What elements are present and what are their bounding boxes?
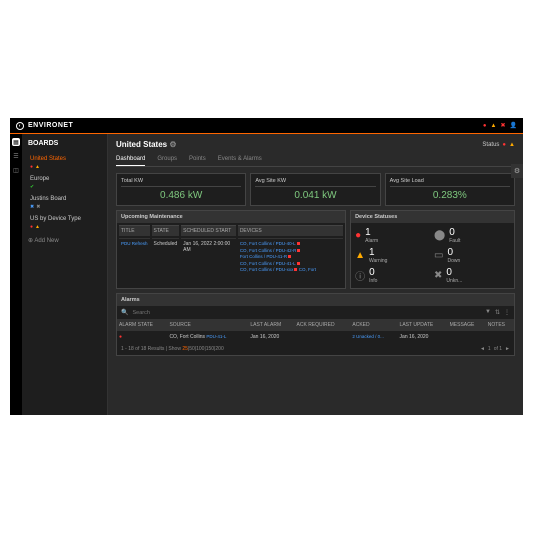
table-header-row: TITLE STATE SCHEDULED START DEVICES <box>119 225 343 236</box>
warning-icon: ▲ <box>35 164 40 170</box>
table-row[interactable]: ● CO, Fort Collins PDU-41-L Jan 16, 2020… <box>117 331 514 344</box>
tab-events[interactable]: Events & Alarms <box>218 153 262 166</box>
user-icon[interactable]: 👤 <box>510 122 517 129</box>
add-new-button[interactable]: ⊕ Add New <box>28 237 101 244</box>
kpi-row: Total KW 0.486 kW Avg Site KW 0.041 kW A… <box>116 173 515 206</box>
brand-name: ENVIRONET <box>28 122 73 129</box>
rail-boards-icon[interactable]: ▦ <box>12 138 20 146</box>
warning-icon: ▲ <box>35 224 40 230</box>
alarm-icon: ● <box>355 230 361 241</box>
gear-icon: ✖ <box>36 204 40 210</box>
filter-icon[interactable]: ▼ <box>485 309 491 316</box>
status-warning[interactable]: ▲1Warning <box>355 247 431 264</box>
alarm-icon: ● <box>119 334 122 340</box>
table-row[interactable]: PDU Refresh Scheduled Jan 16, 2022 2:00:… <box>119 238 343 276</box>
tabs: Dashboard Groups Points Events & Alarms <box>116 153 515 167</box>
warning-icon[interactable]: ▲ <box>491 123 497 129</box>
tools-icon[interactable]: ✖ <box>500 122 505 129</box>
app-root: ◐ ENVIRONET ● ▲ ✖ 👤 ▦ ☰ ◫ BOARDS United … <box>10 118 523 415</box>
prev-page-icon[interactable]: ◄ <box>480 346 485 352</box>
kpi-avg-kw: Avg Site KW 0.041 kW <box>250 173 380 206</box>
info-icon: ⓘ <box>355 268 365 283</box>
tab-groups[interactable]: Groups <box>157 153 177 166</box>
gear-icon[interactable]: ⚙ <box>169 140 176 149</box>
alarm-icon: ● <box>30 224 33 230</box>
pager: 1 - 18 of 18 Results | Show 25 | 50 | 10… <box>117 343 514 355</box>
left-rail: ▦ ☰ ◫ <box>10 134 22 415</box>
sidebar: BOARDS United States ●▲ Europe ✔ Justins… <box>22 134 108 415</box>
wrench-icon: ✖ <box>30 204 34 210</box>
alarm-icon: ● <box>30 164 33 170</box>
main-content: ⚙ United States ⚙ Status ●▲ Dashboard Gr… <box>108 134 523 415</box>
top-status-icons: ● ▲ ✖ 👤 <box>483 122 517 129</box>
board-item-us[interactable]: United States ●▲ <box>28 153 101 173</box>
sidebar-title: BOARDS <box>28 140 101 147</box>
device-statuses-panel: Device Statuses ●1Alarm ⬤0Fault ▲1Warnin… <box>350 210 515 289</box>
logo-icon: ◐ <box>16 122 24 130</box>
alarm-icon: ● <box>502 142 506 148</box>
status-grid: ●1Alarm ⬤0Fault ▲1Warning ▭0Down ⓘ0Info … <box>351 223 514 288</box>
table-header-row: ALARM STATE SOURCE LAST ALARM ACK REQUIR… <box>117 320 514 331</box>
row-panels: Upcoming Maintenance TITLE STATE SCHEDUL… <box>116 210 515 289</box>
sort-icon[interactable]: ⇅ <box>495 309 500 316</box>
check-icon: ✔ <box>30 184 34 190</box>
alarms-panel: Alarms 🔍 ▼ ⇅ ⋮ ALARM STATE SOURCE LAST A… <box>116 293 515 356</box>
tab-dashboard[interactable]: Dashboard <box>116 153 145 166</box>
board-item-us-device[interactable]: US by Device Type ●▲ <box>28 213 101 233</box>
status-down[interactable]: ▭0Down <box>434 247 510 264</box>
page-header: United States ⚙ Status ●▲ <box>116 140 515 149</box>
next-page-icon[interactable]: ► <box>505 346 510 352</box>
page-status: Status ●▲ <box>482 142 515 148</box>
alarms-toolbar: 🔍 ▼ ⇅ ⋮ <box>117 306 514 320</box>
search-input[interactable] <box>132 310 481 316</box>
down-icon: ▭ <box>434 250 443 261</box>
status-fault[interactable]: ⬤0Fault <box>434 227 510 244</box>
devices-cell: CO, Fort Collins / PDU-40-L CO, Fort Col… <box>238 238 343 276</box>
rail-chart-icon[interactable]: ◫ <box>12 166 20 174</box>
search-icon: 🔍 <box>121 309 128 316</box>
status-alarm[interactable]: ●1Alarm <box>355 227 431 244</box>
tools-icon: ✖ <box>434 270 442 281</box>
topbar: ◐ ENVIRONET ● ▲ ✖ 👤 <box>10 118 523 134</box>
fault-icon: ⬤ <box>434 230 445 241</box>
alarms-table: ALARM STATE SOURCE LAST ALARM ACK REQUIR… <box>117 320 514 343</box>
status-unknown[interactable]: ✖0Unkn... <box>434 267 510 284</box>
warning-icon: ▲ <box>355 250 365 261</box>
menu-icon[interactable]: ⋮ <box>504 309 510 316</box>
board-item-europe[interactable]: Europe ✔ <box>28 173 101 193</box>
status-info[interactable]: ⓘ0Info <box>355 267 431 284</box>
kpi-total-kw: Total KW 0.486 kW <box>116 173 246 206</box>
body: ▦ ☰ ◫ BOARDS United States ●▲ Europe ✔ J… <box>10 134 523 415</box>
rail-list-icon[interactable]: ☰ <box>12 152 20 160</box>
maintenance-table: TITLE STATE SCHEDULED START DEVICES PDU … <box>117 223 345 278</box>
upcoming-maintenance-panel: Upcoming Maintenance TITLE STATE SCHEDUL… <box>116 210 346 289</box>
tab-points[interactable]: Points <box>189 153 206 166</box>
settings-drawer-icon[interactable]: ⚙ <box>511 164 523 178</box>
alert-icon[interactable]: ● <box>483 123 487 129</box>
page-title: United States ⚙ <box>116 140 177 149</box>
kpi-avg-load: Avg Site Load 0.283% <box>385 173 515 206</box>
warning-icon: ▲ <box>509 142 515 148</box>
board-item-justins[interactable]: Justins Board ✖✖ <box>28 193 101 213</box>
